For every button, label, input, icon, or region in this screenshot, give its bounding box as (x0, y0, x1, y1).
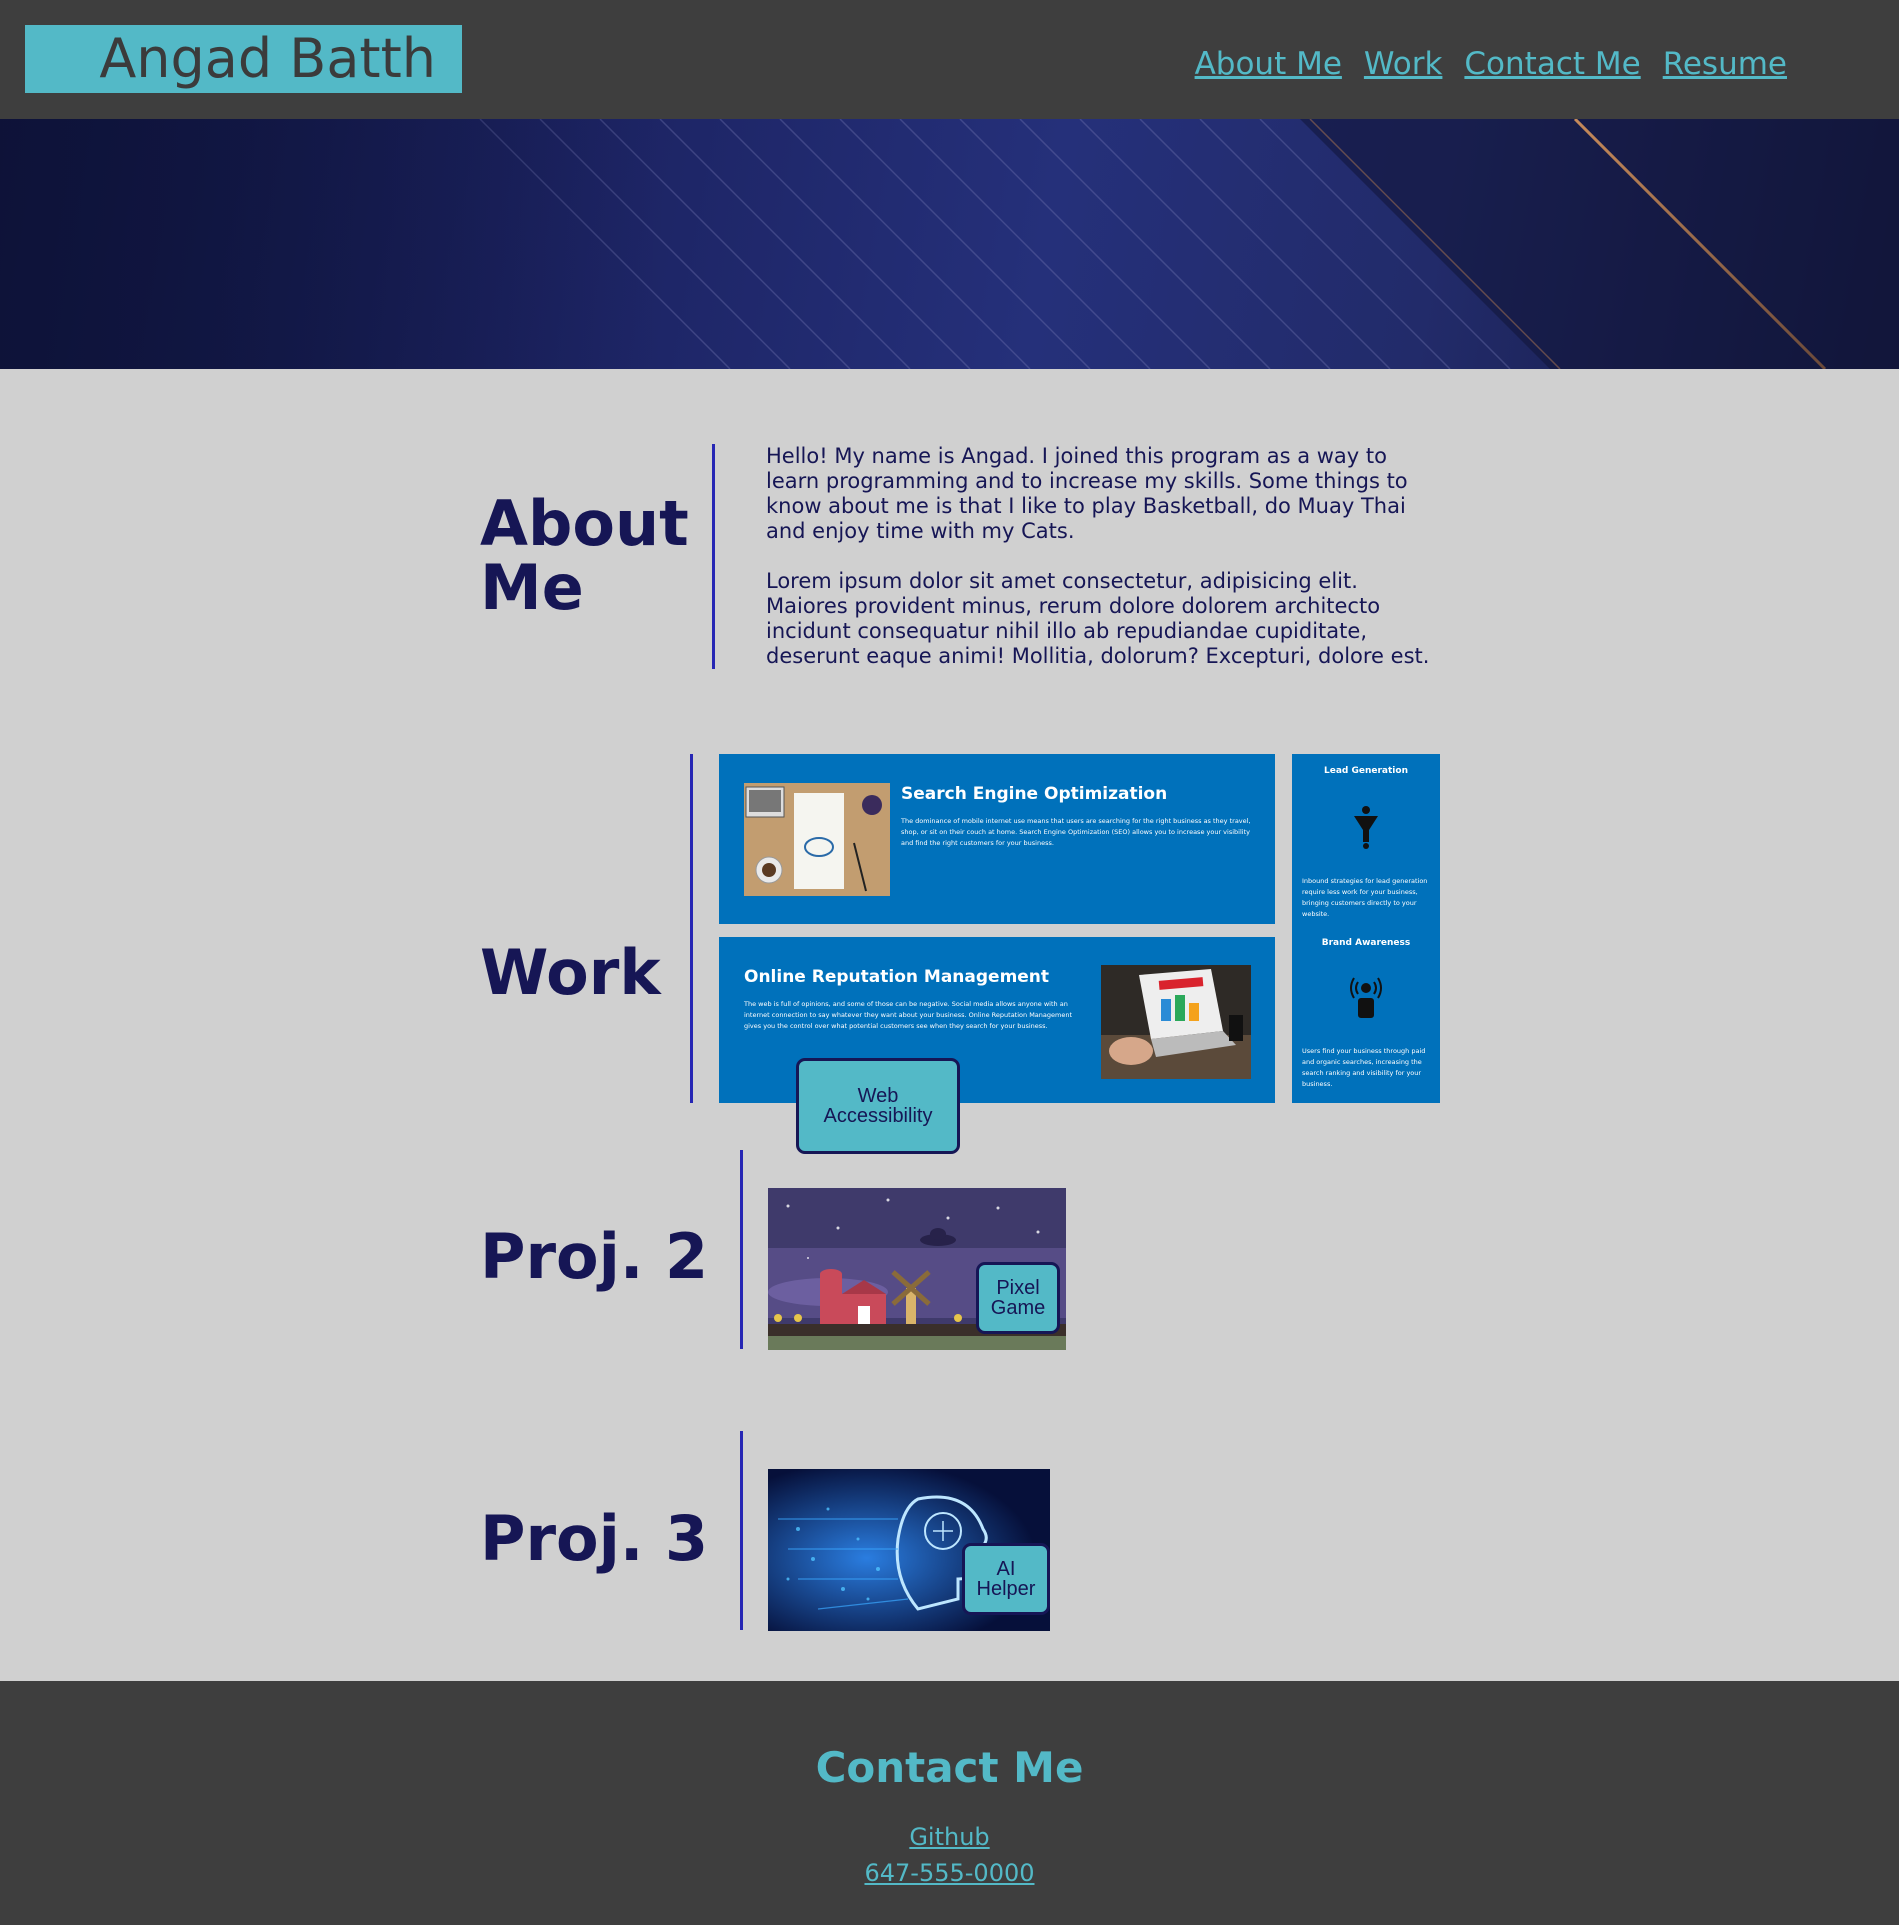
nav-link-resume[interactable]: Resume (1663, 46, 1787, 82)
about-text: Hello! My name is Angad. I joined this p… (766, 444, 1436, 669)
github-link[interactable]: Github (0, 1823, 1899, 1851)
broadcast-person-icon (1350, 977, 1382, 1018)
seo-description: The dominance of mobile internet use mea… (901, 817, 1251, 847)
web-accessibility-label-1: Web (857, 1085, 899, 1107)
logo-text: Angad Batth (99, 27, 436, 90)
web-accessibility-label-2: Accessibility (823, 1105, 933, 1127)
about-paragraph-1: Hello! My name is Angad. I joined this p… (766, 444, 1408, 543)
work-title: Work (480, 936, 661, 1009)
about-divider (712, 444, 715, 669)
brand-description: Users find your business through paid an… (1302, 1047, 1426, 1088)
orm-description: The web is full of opinions, and some of… (744, 1000, 1073, 1030)
logo: Angad Batth (25, 25, 462, 93)
proj3-divider (740, 1431, 743, 1630)
about-title-line2: Me (480, 551, 584, 624)
pixel-game-label-2: Game (990, 1297, 1046, 1319)
work-divider (690, 754, 693, 1103)
ai-helper-label-2: Helper (976, 1578, 1036, 1600)
seo-desk-image (744, 783, 890, 896)
footer-title: Contact Me (815, 1743, 1084, 1792)
proj2-divider (740, 1150, 743, 1349)
main-nav: About Me Work Contact Me Resume (1195, 46, 1787, 82)
about-title-line1: About (480, 487, 689, 560)
phone-link[interactable]: 647-555-0000 (0, 1859, 1899, 1887)
ai-helper-label-1: AI (996, 1558, 1016, 1580)
funnel-icon (1354, 806, 1378, 849)
web-accessibility-button[interactable]: Web Accessibility (796, 1058, 960, 1154)
work-lead-brand-panel[interactable]: Lead Generation Inbound strategies for l… (1292, 754, 1440, 1103)
lead-description: Inbound strategies for lead generation r… (1302, 877, 1428, 918)
ai-helper-button[interactable]: AI Helper (962, 1543, 1050, 1615)
orm-title: Online Reputation Management (744, 967, 1050, 987)
hero-pattern (0, 119, 1899, 369)
pixel-game-label-1: Pixel (996, 1277, 1040, 1299)
work-seo-panel[interactable]: Search Engine Optimization The dominance… (719, 754, 1275, 924)
proj2-title: Proj. 2 (480, 1220, 709, 1293)
hero-banner (0, 119, 1899, 369)
about-title: About Me (480, 492, 689, 620)
about-paragraph-2: Lorem ipsum dolor sit amet consectetur, … (766, 569, 1430, 668)
brand-title: Brand Awareness (1321, 938, 1411, 948)
orm-laptop-image (1101, 965, 1251, 1079)
site-footer: Contact Me Github 647-555-0000 (0, 1681, 1899, 1925)
nav-link-work[interactable]: Work (1364, 46, 1443, 82)
seo-title: Search Engine Optimization (901, 784, 1168, 804)
proj3-title: Proj. 3 (480, 1502, 709, 1575)
site-header: Angad Batth About Me Work Contact Me Res… (0, 0, 1899, 119)
pixel-game-button[interactable]: Pixel Game (976, 1262, 1060, 1334)
nav-link-contact-me[interactable]: Contact Me (1464, 46, 1640, 82)
lead-title: Lead Generation (1324, 766, 1408, 776)
nav-link-about-me[interactable]: About Me (1195, 46, 1342, 82)
